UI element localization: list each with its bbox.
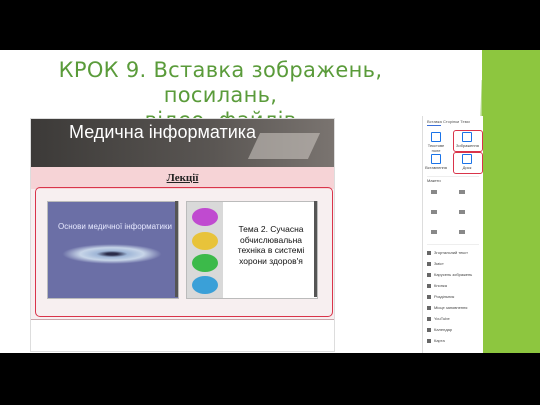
layout-thumb[interactable] (431, 190, 437, 194)
panel-item-label: Місце заповнення (434, 305, 468, 310)
placeholder-icon (427, 305, 431, 310)
active-tab-indicator (427, 125, 441, 126)
panel-tabs[interactable]: Вставка Сторінки Теми (427, 119, 470, 124)
site-banner: Медична інформатика (31, 119, 334, 167)
button-icon (427, 283, 431, 288)
highlight-images (453, 130, 483, 152)
panel-item[interactable]: Роздільник (427, 294, 454, 299)
divider (427, 176, 479, 177)
highlight-frame (35, 187, 333, 317)
panel-item[interactable]: Календар (427, 327, 452, 332)
layout-thumb[interactable] (459, 210, 465, 214)
layout-thumb[interactable] (459, 190, 465, 194)
panel-item-label: Кнопка (434, 283, 447, 288)
laptop-image (247, 133, 321, 159)
panel-item[interactable]: YouTube (427, 316, 450, 321)
slide-title-line1: КРОК 9. Вставка зображень, посилань, (58, 58, 383, 107)
embed-icon (431, 154, 441, 164)
layout-thumb[interactable] (431, 210, 437, 214)
panel-item[interactable]: Згортальний текст (427, 250, 468, 255)
layout-thumb[interactable] (431, 230, 437, 234)
panel-item-label: Зміст (434, 261, 444, 266)
text-box-icon (431, 132, 441, 142)
panel-item-label: Календар (434, 327, 453, 332)
section-label: Лекції (166, 172, 199, 184)
carousel-icon (427, 272, 431, 277)
youtube-icon (427, 316, 431, 321)
panel-item-label: Карусель зображень (434, 272, 473, 277)
panel-item-label: Карта (434, 338, 445, 343)
panel-item-label: Згортальний текст (434, 250, 469, 255)
divider (427, 244, 479, 245)
layouts-label: Макети (427, 178, 441, 183)
panel-item-label: YouTube (434, 316, 450, 321)
text-box-label: Текстове поле (427, 143, 445, 153)
panel-item[interactable]: Зміст (427, 261, 444, 266)
highlight-drive (453, 152, 483, 174)
banner-title: Медична інформатика (69, 122, 257, 142)
insert-panel: Вставка Сторінки Теми Текстове поле Зобр… (422, 116, 483, 353)
text-box-button[interactable]: Текстове поле (425, 132, 447, 153)
collapsible-text-icon (427, 250, 431, 255)
site-screenshot: Медична інформатика Лекції Основи медичн… (30, 118, 335, 352)
panel-item[interactable]: Кнопка (427, 283, 447, 288)
panel-item[interactable]: Карусель зображень (427, 272, 472, 277)
panel-item-label: Роздільник (434, 294, 455, 299)
layout-thumb[interactable] (459, 230, 465, 234)
section-header: Лекції (31, 167, 334, 189)
embed-label: Вставлення (425, 165, 447, 170)
calendar-icon (427, 327, 431, 332)
slide: КРОК 9. Вставка зображень, посилань, від… (0, 50, 540, 353)
toc-icon (427, 261, 431, 266)
divider-icon (427, 294, 431, 299)
divider (31, 319, 334, 320)
embed-button[interactable]: Вставлення (425, 154, 447, 170)
map-icon (427, 338, 431, 343)
panel-item[interactable]: Карта (427, 338, 445, 343)
panel-item[interactable]: Місце заповнення (427, 305, 467, 310)
